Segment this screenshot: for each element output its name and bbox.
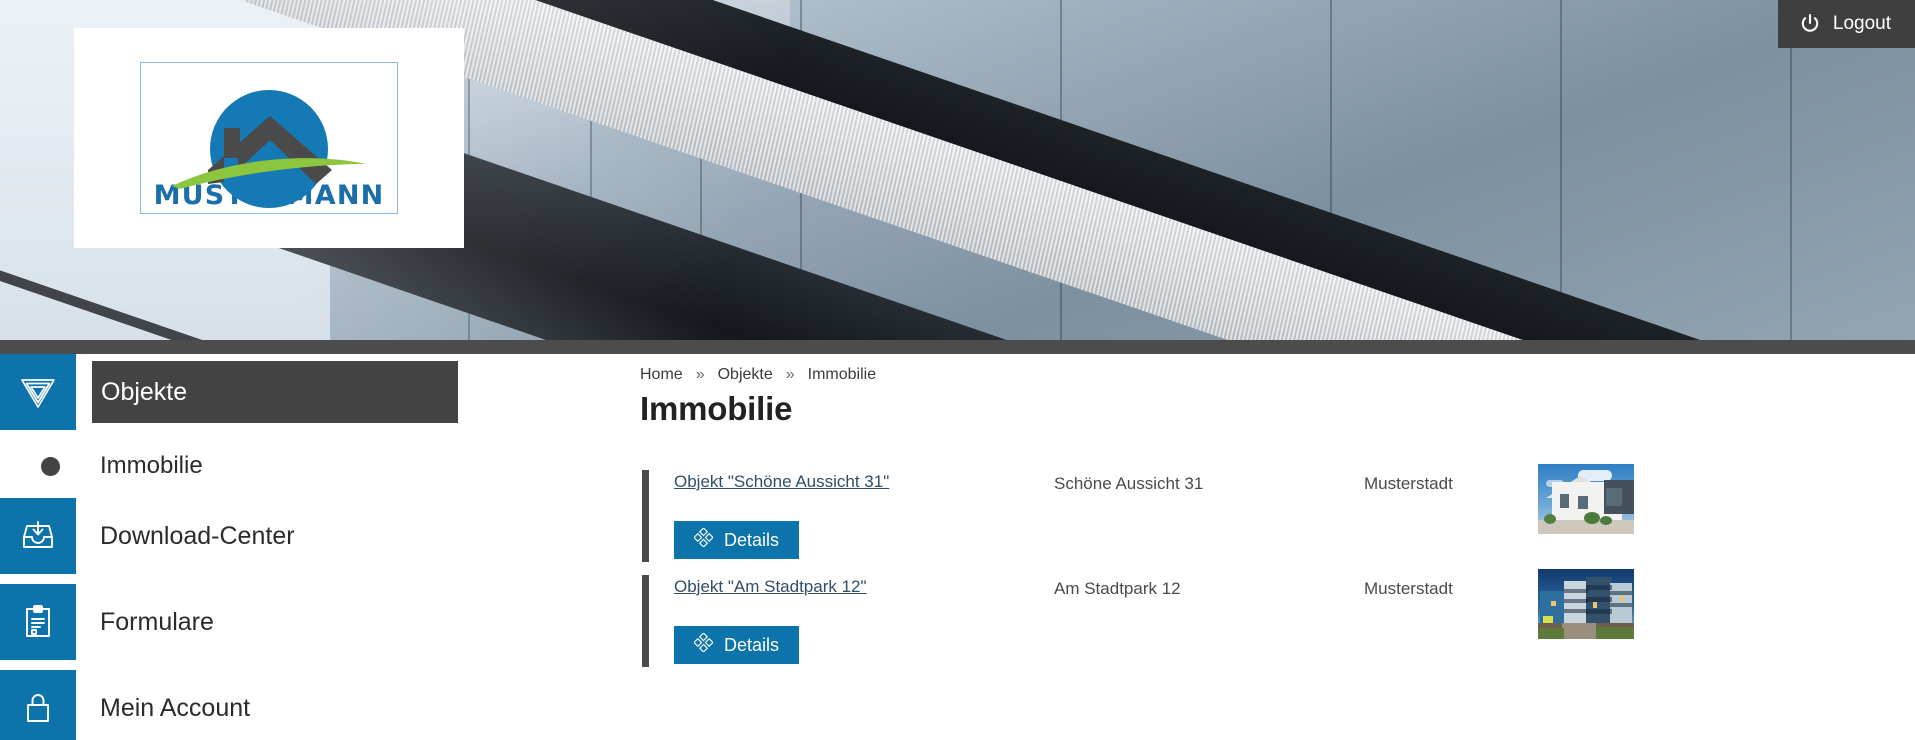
lock-icon bbox=[0, 670, 76, 740]
property-city: Musterstadt bbox=[1364, 474, 1453, 493]
breadcrumb-item-home[interactable]: Home bbox=[640, 366, 683, 384]
main-content: Home » Objekte » Immobilie Immobilie Obj… bbox=[640, 354, 1915, 740]
sidebar-item-formulare[interactable]: Formulare bbox=[0, 584, 640, 670]
details-button[interactable]: Details bbox=[674, 626, 800, 664]
green-swoosh-icon bbox=[172, 158, 366, 189]
inbox-download-icon bbox=[0, 498, 76, 574]
property-link[interactable]: Objekt "Am Stadtpark 12" bbox=[674, 577, 867, 597]
sidebar-item-mein-account[interactable]: Mein Account bbox=[0, 670, 640, 740]
sidebar-item-immobilie[interactable]: Immobilie bbox=[0, 440, 640, 498]
breadcrumb-separator: » bbox=[695, 366, 705, 383]
power-icon bbox=[1798, 12, 1822, 36]
property-list: Objekt "Schöne Aussicht 31" Schöne Aussi… bbox=[640, 464, 1915, 674]
page-title: Immobilie bbox=[640, 390, 793, 427]
property-address: Am Stadtpark 12 bbox=[1054, 579, 1181, 598]
property-row: Objekt "Am Stadtpark 12" Am Stadtpark 12… bbox=[640, 569, 1915, 674]
diamond-cluster-icon bbox=[693, 632, 714, 657]
app-page: MUSTERMANN Logout Objekte Im bbox=[0, 0, 1915, 740]
logout-label: Logout bbox=[1832, 13, 1891, 34]
sidebar-item-objekte[interactable]: Objekte bbox=[0, 354, 640, 440]
clipboard-icon bbox=[0, 584, 76, 660]
sidebar-nav: Objekte Immobilie Download-Center Formul… bbox=[0, 354, 640, 740]
logo-frame: MUSTERMANN bbox=[140, 62, 398, 214]
sidebar-item-label: Mein Account bbox=[100, 693, 251, 722]
white-detached-house-photo bbox=[1538, 464, 1634, 534]
sidebar-item-download-center[interactable]: Download-Center bbox=[0, 498, 640, 584]
sidebar-item-label: Download-Center bbox=[100, 521, 295, 550]
property-thumbnail[interactable] bbox=[1538, 464, 1634, 534]
property-thumbnail[interactable] bbox=[1538, 569, 1634, 639]
sidebar-item-label: Objekte bbox=[92, 361, 458, 423]
details-button[interactable]: Details bbox=[674, 521, 800, 559]
sidebar-item-label: Formulare bbox=[100, 607, 214, 636]
details-button-label: Details bbox=[724, 529, 780, 550]
property-link[interactable]: Objekt "Schöne Aussicht 31" bbox=[674, 472, 889, 492]
breadcrumb-item-immobilie: Immobilie bbox=[807, 366, 877, 383]
sidebar-item-label: Immobilie bbox=[100, 452, 203, 479]
property-address: Schöne Aussicht 31 bbox=[1054, 474, 1204, 493]
triangle-logo-icon bbox=[0, 354, 76, 430]
breadcrumb: Home » Objekte » Immobilie bbox=[640, 366, 876, 384]
property-row: Objekt "Schöne Aussicht 31" Schöne Aussi… bbox=[640, 464, 1915, 569]
logout-button[interactable]: Logout bbox=[1777, 0, 1915, 48]
breadcrumb-item-objekte[interactable]: Objekte bbox=[718, 366, 773, 384]
row-accent-bar bbox=[642, 470, 649, 562]
details-button-label: Details bbox=[724, 634, 780, 655]
bullet-dot-icon bbox=[41, 457, 60, 476]
row-accent-bar bbox=[642, 575, 649, 667]
property-city: Musterstadt bbox=[1364, 579, 1453, 598]
house-roof-logo-icon bbox=[172, 84, 366, 208]
diamond-cluster-icon bbox=[693, 527, 714, 552]
company-logo-card: MUSTERMANN bbox=[74, 28, 464, 248]
modern-apartment-building-photo bbox=[1538, 569, 1634, 639]
hero-bottom-divider bbox=[0, 340, 1915, 354]
breadcrumb-separator: » bbox=[785, 366, 795, 383]
